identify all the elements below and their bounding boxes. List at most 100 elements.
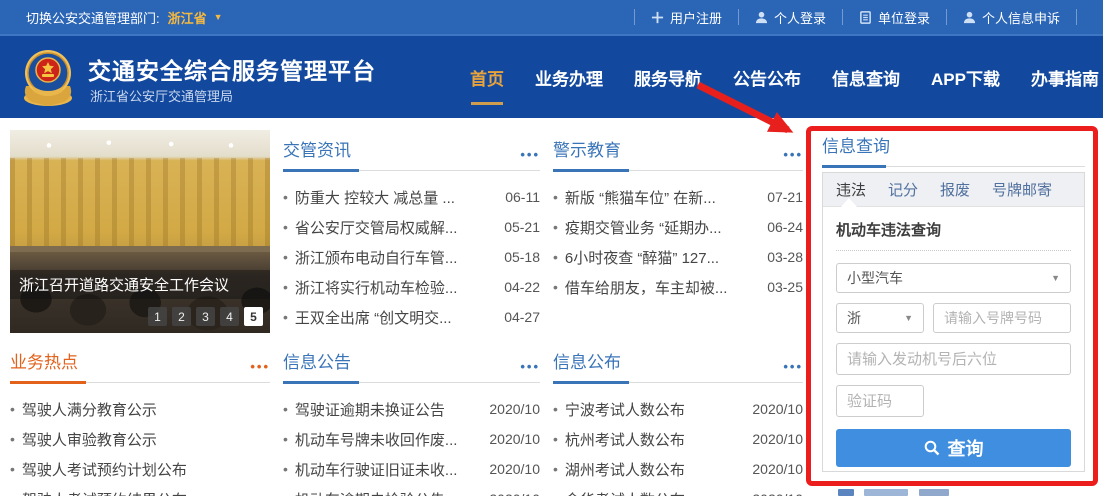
clipped-bottom-content [838, 489, 968, 496]
tab-plate-mail[interactable]: 号牌邮寄 [992, 179, 1052, 200]
person-icon [963, 11, 976, 24]
list-item[interactable]: 机动车逾期未检验公告2020/10 [283, 484, 540, 496]
more-icon[interactable]: ••• [783, 148, 803, 161]
section-title[interactable]: 交管资讯 [283, 136, 351, 161]
info-appeal-link[interactable]: 个人信息申诉 [946, 9, 1077, 25]
nav-announcements[interactable]: 公告公布 [733, 65, 801, 90]
nav-home[interactable]: 首页 [470, 65, 504, 90]
chevron-down-icon: ▼ [904, 313, 913, 323]
chevron-down-icon: ▼ [214, 12, 223, 22]
personal-login-label: 个人登录 [774, 8, 826, 27]
query-submit-button[interactable]: 查询 [836, 429, 1071, 467]
curtain-texture [10, 158, 270, 247]
list-item[interactable]: 杭州考试人数公布2020/10 [553, 424, 803, 454]
department-switcher[interactable]: 切换公安交通管理部门: 浙江省 ▼ [26, 8, 223, 27]
list-item[interactable]: 湖州考试人数公布2020/10 [553, 454, 803, 484]
section-info-notice: 信息公告 ••• 驾驶证逾期未换证公告2020/10 机动车号牌未收回作废...… [283, 348, 540, 496]
vehicle-type-select[interactable]: 小型汽车 ▼ [836, 263, 1071, 293]
list-item[interactable]: 宁波考试人数公布2020/10 [553, 394, 803, 424]
list-item[interactable]: 王双全出席 “创文明交...04-27 [283, 302, 540, 332]
news-list: 新版 “熊猫车位” 在新...07-21 疫期交管业务 “延期办...06-24… [553, 182, 803, 302]
police-badge-logo [18, 46, 78, 108]
captcha-input[interactable] [836, 385, 924, 417]
register-label: 用户注册 [670, 8, 722, 27]
plate-number-input[interactable] [933, 303, 1071, 333]
site-header: 交通安全综合服务管理平台 浙江省公安厅交通管理局 首页 业务办理 服务导航 公告… [0, 36, 1103, 118]
page: 切换公安交通管理部门: 浙江省 ▼ 用户注册 个人登录 单位登录 [0, 0, 1103, 496]
ceiling-lights [10, 130, 270, 158]
nav-business[interactable]: 业务办理 [535, 65, 603, 90]
list-item[interactable]: 防重大 控较大 减总量 ...06-11 [283, 182, 540, 212]
plate-row: 浙 ▼ [836, 303, 1071, 333]
query-panel-title[interactable]: 信息查询 [822, 132, 890, 157]
list-item[interactable]: 借车给朋友，车主却被...03-25 [553, 272, 803, 302]
chevron-down-icon: ▼ [1051, 273, 1060, 283]
section-title[interactable]: 信息公布 [553, 348, 621, 373]
section-header: 信息公告 ••• [283, 348, 540, 383]
search-icon [924, 440, 940, 456]
more-icon[interactable]: ••• [520, 360, 540, 373]
nav-info-query[interactable]: 信息查询 [832, 65, 900, 90]
news-list: 宁波考试人数公布2020/10 杭州考试人数公布2020/10 湖州考试人数公布… [553, 394, 803, 496]
section-header: 交管资讯 ••• [283, 136, 540, 171]
list-item[interactable]: 省公安厅交管局权威解...05-21 [283, 212, 540, 242]
list-item[interactable]: 驾驶人考试预约结果公布 [10, 484, 270, 496]
section-header: 警示教育 ••• [553, 136, 803, 171]
more-icon[interactable]: ••• [783, 360, 803, 373]
section-business-hot: 业务热点 ••• 驾驶人满分教育公示 驾驶人审验教育公示 驾驶人考试预约计划公布… [10, 348, 270, 496]
engine-number-input[interactable] [836, 343, 1071, 375]
more-icon[interactable]: ••• [520, 148, 540, 161]
switch-label: 切换公安交通管理部门: [26, 8, 160, 27]
carousel-pager: 1 2 3 4 5 [148, 307, 263, 326]
section-header: 信息公布 ••• [553, 348, 803, 383]
pager-dot-3[interactable]: 3 [196, 307, 215, 326]
nav-service-guide[interactable]: 服务导航 [634, 65, 702, 90]
list-item[interactable]: 驾驶证逾期未换证公告2020/10 [283, 394, 540, 424]
section-title[interactable]: 警示教育 [553, 136, 621, 161]
list-item[interactable]: 疫期交管业务 “延期办...06-24 [553, 212, 803, 242]
section-header: 业务热点 ••• [10, 348, 270, 383]
pager-dot-1[interactable]: 1 [148, 307, 167, 326]
id-card-icon [859, 11, 872, 24]
list-item[interactable]: 驾驶人满分教育公示 [10, 394, 270, 424]
pager-dot-2[interactable]: 2 [172, 307, 191, 326]
news-list: 防重大 控较大 减总量 ...06-11 省公安厅交管局权威解...05-21 … [283, 182, 540, 332]
list-item[interactable]: 6小时夜查 “醉猫” 127...03-28 [553, 242, 803, 272]
list-item[interactable]: 浙江将实行机动车检验...04-22 [283, 272, 540, 302]
news-carousel[interactable]: 浙江召开道路交通安全工作会议 1 2 3 4 5 [10, 130, 270, 333]
list-item[interactable]: 驾驶人审验教育公示 [10, 424, 270, 454]
query-tabs: 违法 记分 报废 号牌邮寄 [823, 173, 1084, 207]
list-item[interactable]: 金华考试人数公布2020/10 [553, 484, 803, 496]
section-title[interactable]: 信息公告 [283, 348, 351, 373]
list-item[interactable]: 浙江颁布电动自行车管...05-18 [283, 242, 540, 272]
nav-app-download[interactable]: APP下载 [931, 65, 1000, 90]
carousel-caption[interactable]: 浙江召开道路交通安全工作会议 [10, 270, 270, 299]
section-title[interactable]: 业务热点 [10, 348, 78, 373]
plate-prefix-select[interactable]: 浙 ▼ [836, 303, 924, 333]
news-list: 驾驶人满分教育公示 驾驶人审验教育公示 驾驶人考试预约计划公布 驾驶人考试预约结… [10, 394, 270, 496]
tab-scrap[interactable]: 报废 [940, 179, 970, 200]
news-list: 驾驶证逾期未换证公告2020/10 机动车号牌未收回作废...2020/10 机… [283, 394, 540, 496]
pager-dot-4[interactable]: 4 [220, 307, 239, 326]
more-icon[interactable]: ••• [250, 360, 270, 373]
tab-points[interactable]: 记分 [888, 179, 918, 200]
section-warning-education: 警示教育 ••• 新版 “熊猫车位” 在新...07-21 疫期交管业务 “延期… [553, 136, 803, 302]
info-appeal-label: 个人信息申诉 [982, 8, 1060, 27]
section-info-publish: 信息公布 ••• 宁波考试人数公布2020/10 杭州考试人数公布2020/10… [553, 348, 803, 496]
unit-login-link[interactable]: 单位登录 [842, 9, 946, 25]
main-nav: 首页 业务办理 服务导航 公告公布 信息查询 APP下载 办事指南 [470, 36, 1099, 118]
section-traffic-news: 交管资讯 ••• 防重大 控较大 减总量 ...06-11 省公安厅交管局权威解… [283, 136, 540, 332]
tab-violation[interactable]: 违法 [836, 179, 866, 200]
list-item[interactable]: 新版 “熊猫车位” 在新...07-21 [553, 182, 803, 212]
violation-query-form: 机动车违法查询 小型汽车 ▼ 浙 ▼ 查询 [823, 207, 1084, 467]
query-panel-header: 信息查询 [822, 132, 1085, 167]
list-item[interactable]: 机动车行驶证旧证未收...2020/10 [283, 454, 540, 484]
list-item[interactable]: 机动车号牌未收回作废...2020/10 [283, 424, 540, 454]
pager-dot-5[interactable]: 5 [244, 307, 263, 326]
site-title: 交通安全综合服务管理平台 [88, 52, 376, 86]
personal-login-link[interactable]: 个人登录 [738, 9, 842, 25]
nav-help[interactable]: 办事指南 [1031, 65, 1099, 90]
topbar-links: 用户注册 个人登录 单位登录 个人信息申诉 [634, 0, 1077, 34]
list-item[interactable]: 驾驶人考试预约计划公布 [10, 454, 270, 484]
register-link[interactable]: 用户注册 [634, 9, 738, 25]
